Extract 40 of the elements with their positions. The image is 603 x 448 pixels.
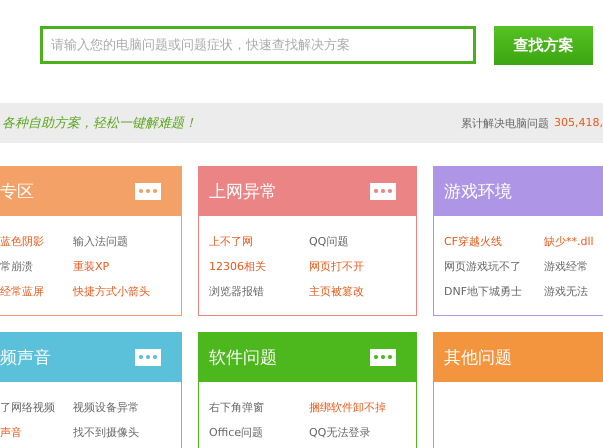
stat-value: 305,418, [554,116,603,130]
problem-link[interactable]: 快捷方式小箭头 [73,284,150,300]
card-title: 上网异常 [209,180,277,202]
problem-link[interactable]: 重装XP [73,259,110,275]
problem-link[interactable]: CF穿越火线 [444,234,502,250]
card-title: 专区 [0,180,34,202]
problem-link[interactable]: DNF地下城勇士 [444,284,522,300]
problem-link[interactable]: 捆绑软件卸不掉 [309,400,386,416]
problem-link[interactable]: 上不了网 [209,234,253,250]
more-icon[interactable] [370,348,396,366]
more-icon[interactable] [135,348,161,366]
card-title: 其他问题 [444,346,512,368]
problem-link[interactable]: 主页被篡改 [309,284,364,300]
problem-link[interactable]: Office问题 [209,425,264,441]
problem-link[interactable]: 经常蓝屏 [0,284,44,300]
problem-link[interactable]: 右下角弹窗 [209,400,264,416]
problem-link[interactable]: 游戏无法 [544,284,588,300]
problem-link[interactable]: 网页打不开 [309,259,364,275]
problem-link[interactable]: 了网络视频 [0,400,55,416]
card-title: 频声音 [0,346,51,368]
problem-link[interactable]: 游戏经常 [544,259,588,275]
problem-link[interactable]: QQ问题 [309,234,348,250]
problem-link[interactable]: 网页游戏玩不了 [444,259,521,275]
slogan-text: 各种自助方案，轻松一键解难题！ [1,115,197,132]
problem-link[interactable]: 视频设备异常 [73,400,139,416]
problem-link[interactable]: 找不到摄像头 [73,425,139,441]
more-icon[interactable] [370,182,396,200]
problem-link[interactable]: 常崩溃 [0,259,33,275]
problem-link[interactable]: QQ无法登录 [309,425,370,441]
problem-link[interactable]: 浏览器报错 [209,284,264,300]
card-title: 游戏环境 [444,180,512,202]
card-title: 软件问题 [209,346,277,368]
problem-link[interactable]: 缺少**.dll [544,234,594,250]
stat-label: 累计解决电脑问题 [461,116,550,130]
more-icon[interactable] [135,182,161,200]
problem-link[interactable]: 蓝色阴影 [0,234,44,250]
problem-link[interactable]: 12306相关 [209,259,266,275]
problem-link[interactable]: 声音 [0,425,22,441]
problem-link[interactable]: 输入法问题 [73,234,128,250]
search-field[interactable]: 请输入您的电脑问题或问题症状，快速查找解决方案 [40,26,476,64]
